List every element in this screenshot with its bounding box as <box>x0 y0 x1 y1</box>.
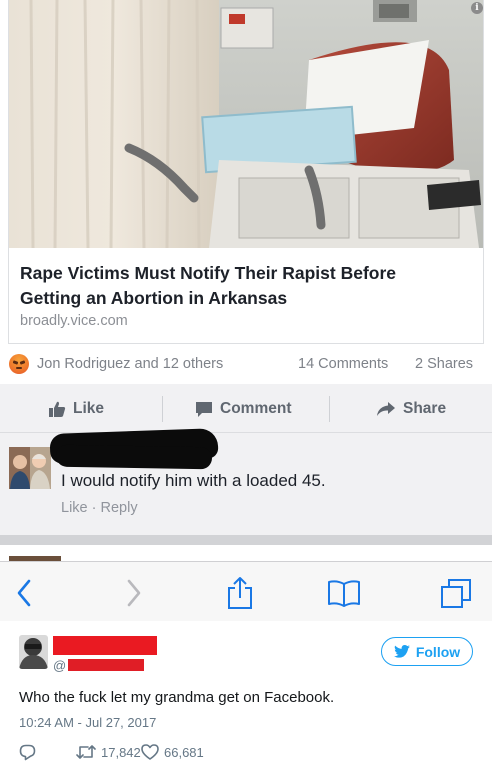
redacted-display-name <box>53 636 157 655</box>
like-button[interactable]: Like <box>48 390 104 428</box>
action-divider <box>162 396 163 422</box>
back-icon <box>17 579 31 607</box>
commenter-avatar[interactable] <box>9 447 51 489</box>
share-icon <box>228 577 252 609</box>
tweet-timestamp[interactable]: 10:24 AM - Jul 27, 2017 <box>19 715 156 730</box>
thumbs-up-icon <box>49 401 66 417</box>
tabs-icon <box>441 579 471 608</box>
retweet-button[interactable]: 17,842 <box>76 742 141 762</box>
ad-info-icon[interactable]: i <box>471 2 483 14</box>
article-title[interactable]: Rape Victims Must Notify Their Rapist Be… <box>20 261 460 311</box>
bookmarks-icon <box>328 580 360 607</box>
post-action-bar: Like Comment Share <box>0 390 492 428</box>
redacted-handle <box>68 659 144 671</box>
share-button[interactable]: Share <box>376 390 446 428</box>
comment-text: I would notify him with a loaded 45. <box>61 471 326 490</box>
comments-count[interactable]: 14 Comments <box>298 356 388 372</box>
reactor-names[interactable]: Jon Rodriguez and 12 others <box>37 356 223 372</box>
section-separator <box>0 535 492 545</box>
tabs-button[interactable] <box>436 573 476 613</box>
reactions-summary: Jon Rodriguez and 12 others 14 Comments … <box>0 352 492 382</box>
like-count: 66,681 <box>164 744 204 760</box>
share-arrow-icon <box>377 402 395 416</box>
comment-button[interactable]: Comment <box>195 390 291 428</box>
retweet-icon <box>76 745 96 759</box>
share-sheet-button[interactable] <box>220 573 260 613</box>
tweet-stats: 17,842 66,681 <box>19 742 319 762</box>
comment-action-separator: · <box>87 500 101 516</box>
tweet-handle[interactable]: @ <box>53 658 66 673</box>
tweet-card: @ Follow Who the fuck let my grandma get… <box>0 621 492 769</box>
like-label: Like <box>73 400 105 417</box>
follow-label: Follow <box>415 643 461 660</box>
comment-like-link[interactable]: Like <box>61 500 88 516</box>
comment-icon <box>196 401 212 417</box>
comment-reply-link[interactable]: Reply <box>101 500 138 516</box>
shares-count[interactable]: 2 Shares <box>415 356 473 372</box>
comment-actions: Like · Reply <box>61 500 138 516</box>
heart-icon <box>141 744 159 760</box>
reply-button[interactable] <box>19 742 41 762</box>
twitter-bird-icon <box>393 645 410 658</box>
link-preview-card[interactable]: i Rape Victims Must Notify Their Rapist … <box>8 0 484 344</box>
retweet-count: 17,842 <box>101 744 141 760</box>
article-image[interactable]: i <box>9 0 483 248</box>
forward-icon <box>127 579 141 607</box>
forward-button[interactable] <box>114 573 154 613</box>
bookmarks-button[interactable] <box>324 573 364 613</box>
tweet-author-avatar[interactable] <box>19 635 48 669</box>
article-domain: broadly.vice.com <box>20 313 128 329</box>
tweet-text: Who the fuck let my grandma get on Faceb… <box>19 689 335 706</box>
action-divider <box>329 396 330 422</box>
comment-label: Comment <box>220 400 292 417</box>
redacted-commenter-name <box>55 444 213 470</box>
share-label: Share <box>403 400 447 417</box>
back-button[interactable] <box>4 573 44 613</box>
browser-toolbar <box>0 561 492 621</box>
like-tweet-button[interactable]: 66,681 <box>141 742 204 762</box>
reply-icon <box>19 744 36 760</box>
angry-reaction-icon[interactable] <box>9 354 29 374</box>
follow-button[interactable]: Follow <box>381 637 473 666</box>
